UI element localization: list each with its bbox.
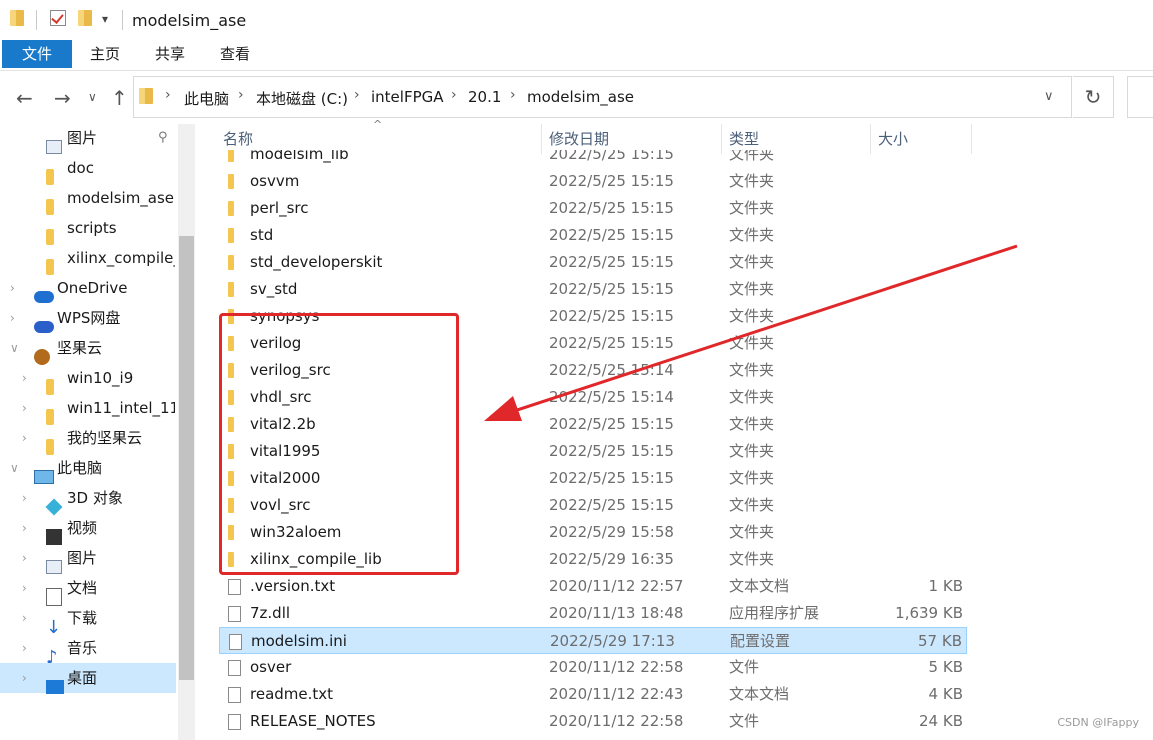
annotation-arrow xyxy=(484,244,1018,421)
watermark: CSDN @IFappy xyxy=(1057,716,1139,729)
